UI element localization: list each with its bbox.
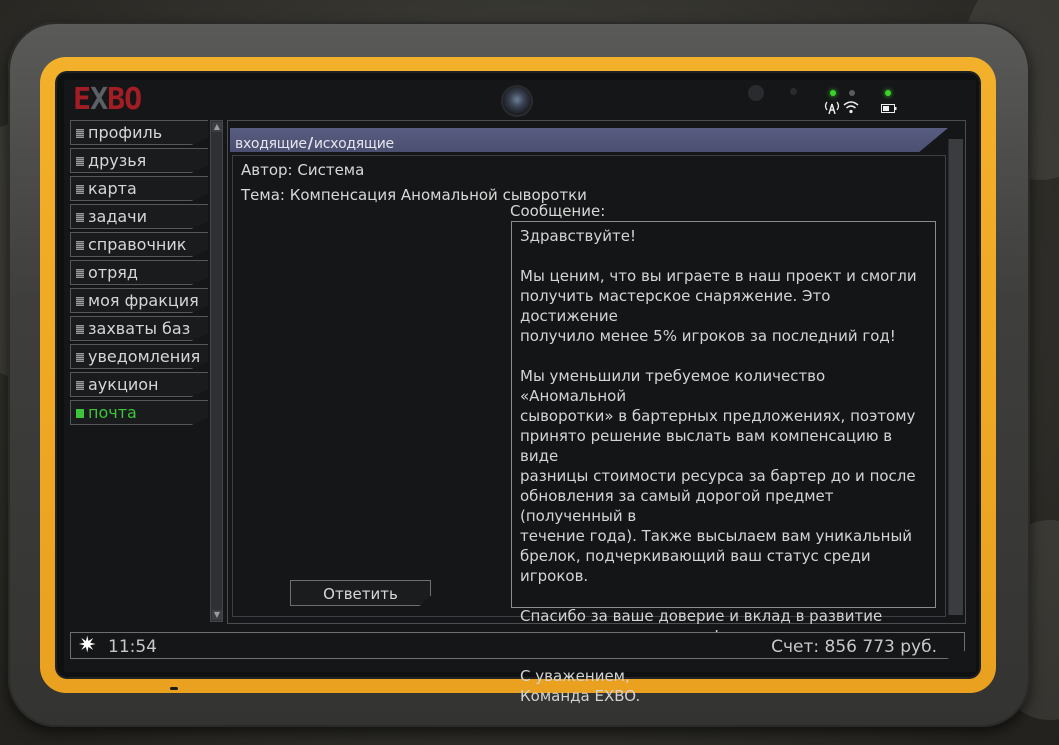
message-body[interactable]: Здравствуйте! Мы ценим, что вы играете в… (511, 221, 936, 705)
message-label: Сообщение: (510, 202, 606, 220)
exbo-logo: EXBO (73, 82, 142, 117)
tab-inbox[interactable]: входящие (235, 136, 307, 152)
account-balance: Счет: 856 773 руб. (771, 637, 937, 657)
clock: 11:54 (108, 637, 157, 657)
sensor-dot-icon (790, 88, 797, 95)
sidebar-item-map[interactable]: карта (70, 176, 208, 201)
camera-icon (503, 87, 531, 115)
mail-tabs: входящие/исходящие (235, 134, 394, 152)
wifi-led-icon (849, 90, 855, 96)
sidebar-item-squad[interactable]: отряд (70, 260, 208, 285)
sidebar-item-handbook[interactable]: справочник (70, 232, 208, 257)
sidebar-nav: профиль друзья карта задачи справочник о… (70, 120, 210, 428)
sensor-icon (748, 85, 764, 101)
sidebar-item-friends[interactable]: друзья (70, 148, 208, 173)
tab-separator: / (307, 134, 313, 152)
signal-led-icon (830, 90, 836, 96)
sidebar-item-faction[interactable]: моя фракция (70, 288, 208, 313)
scroll-down-icon[interactable]: ▼ (212, 610, 222, 620)
sidebar-item-profile[interactable]: профиль (70, 120, 208, 145)
reply-button[interactable]: Ответить (290, 580, 431, 606)
sidebar-item-notifications[interactable]: уведомления (70, 344, 208, 369)
sidebar-item-auction[interactable]: аукцион (70, 372, 208, 397)
battery-icon (881, 103, 897, 117)
sidebar-item-mail[interactable]: почта (70, 400, 208, 425)
starburst-icon: ✷ (78, 633, 97, 658)
antenna-icon (823, 100, 841, 118)
mail-author: Автор: Система (241, 161, 365, 179)
sidebar-scrollbar[interactable]: ▲ ▼ (210, 120, 223, 622)
wifi-icon (843, 100, 859, 118)
sidebar-item-base-captures[interactable]: захваты баз (70, 316, 208, 341)
sidebar-item-tasks[interactable]: задачи (70, 204, 208, 229)
mail-scrollbar[interactable] (948, 139, 963, 615)
tab-outbox[interactable]: исходящие (314, 136, 394, 152)
scroll-up-icon[interactable]: ▲ (212, 122, 222, 132)
battery-led-icon (885, 90, 891, 96)
speaker-grille (170, 687, 178, 690)
